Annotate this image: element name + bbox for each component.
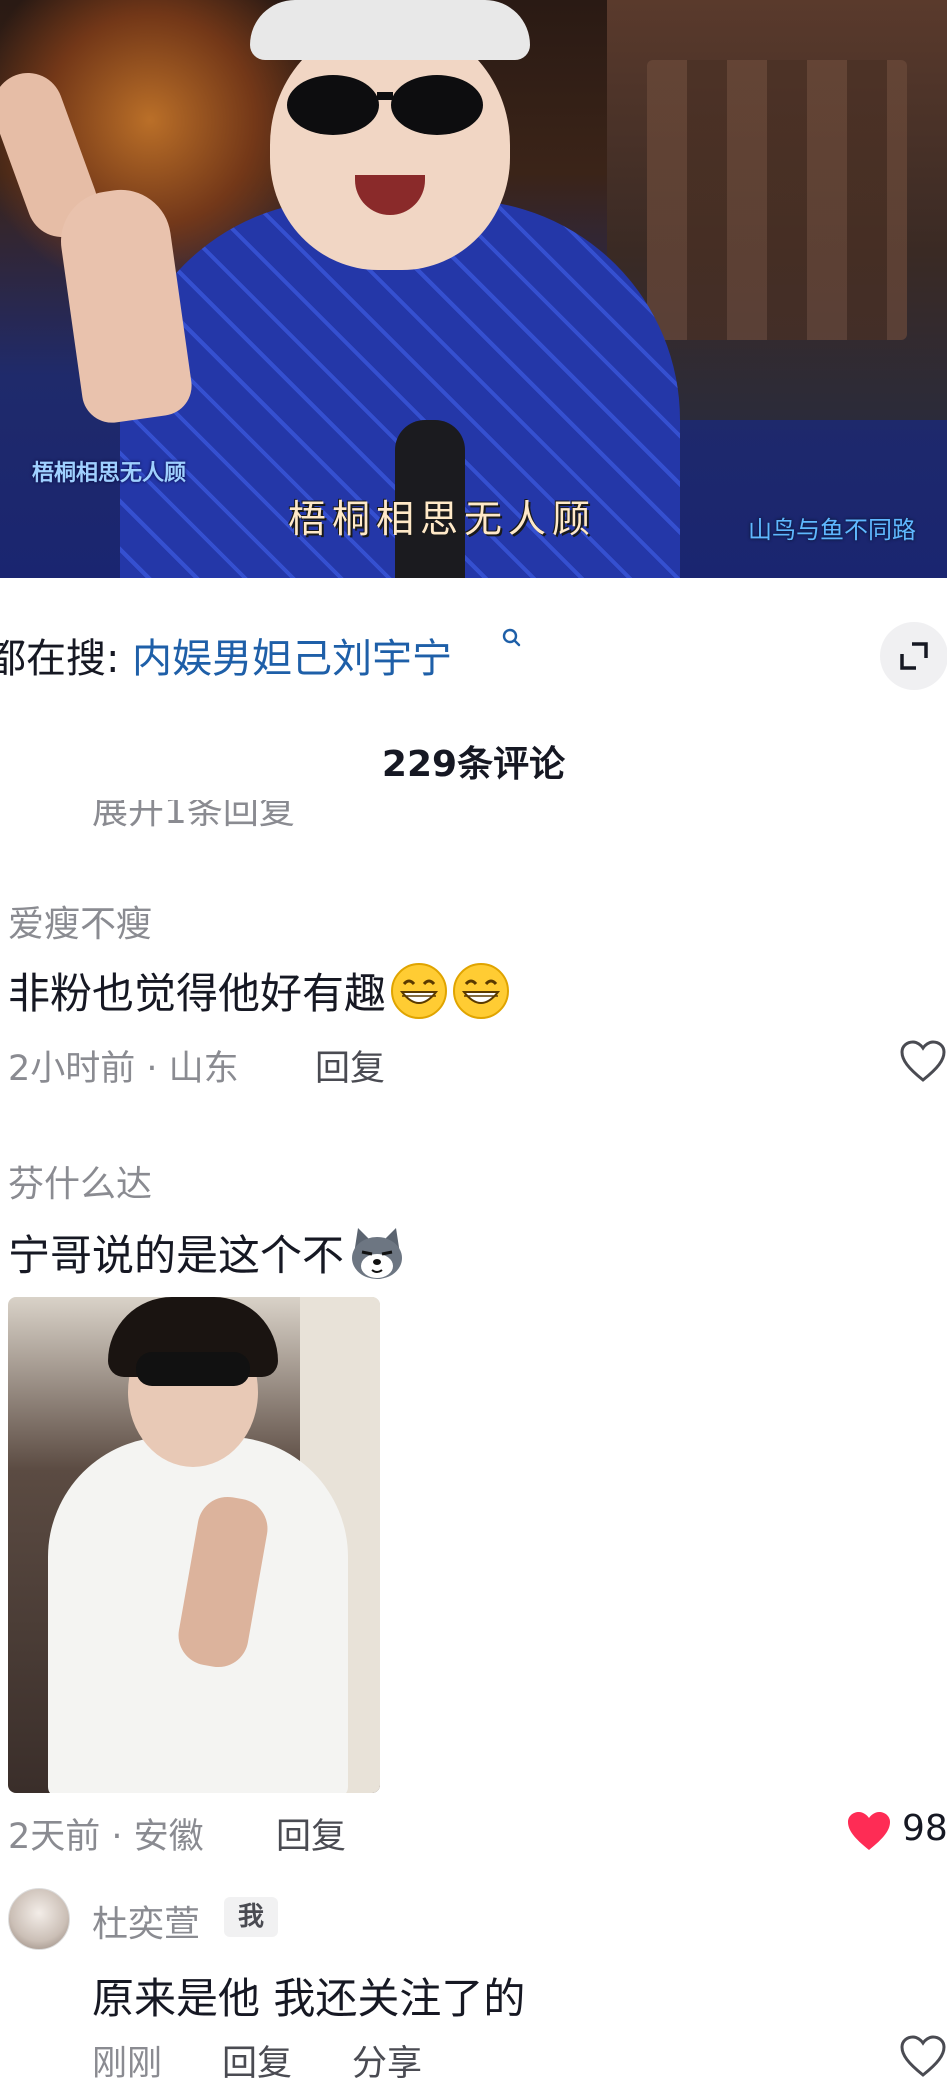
like-count: 98 bbox=[902, 1808, 947, 1849]
trending-search-link[interactable]: 内娱男妲己刘宇宁 bbox=[132, 626, 452, 684]
like-heart-filled-icon[interactable] bbox=[846, 1810, 892, 1854]
expand-replies-label: 展开1条回复 bbox=[92, 800, 295, 832]
video-player[interactable]: 梧桐相思无人顾 梧桐相思无人顾 山鸟与鱼不同路 bbox=[0, 0, 947, 578]
reply-button[interactable]: 回复 bbox=[315, 1040, 385, 1091]
trending-search-prefix: 都在搜: bbox=[0, 636, 120, 682]
comment-username[interactable]: 爱瘦不瘦 bbox=[8, 895, 152, 947]
avatar[interactable] bbox=[8, 1888, 70, 1950]
comment-time-location: 2小时前 · 山东 bbox=[8, 1049, 239, 1089]
reply-button[interactable]: 回复 bbox=[222, 2035, 292, 2086]
comment-text-content: 非粉也觉得他好有趣 bbox=[8, 969, 387, 1018]
comment-username[interactable]: 杜奕萱 bbox=[92, 1895, 200, 1947]
expand-replies-link[interactable]: 展开1条回复 bbox=[92, 800, 295, 836]
video-person-cap bbox=[250, 0, 530, 60]
comment-time: 刚刚 bbox=[92, 2044, 163, 2084]
trending-search-row[interactable]: 都在搜: 内娱男妲己刘宇宁 bbox=[0, 620, 947, 690]
comment-text: 原来是他 我还关注了的 bbox=[92, 1974, 526, 2023]
video-watermark-left: 梧桐相思无人顾 bbox=[32, 461, 187, 486]
grin-emoji-icon bbox=[453, 963, 510, 1019]
search-icon[interactable] bbox=[502, 628, 522, 650]
expand-icon bbox=[900, 642, 928, 670]
photo-person-sunglasses bbox=[136, 1352, 250, 1386]
grin-emoji-icon bbox=[391, 963, 448, 1019]
video-subtitle: 梧桐相思无人顾 bbox=[288, 497, 597, 541]
share-button[interactable]: 分享 bbox=[352, 2035, 422, 2086]
comment-text: 非粉也觉得他好有趣 bbox=[8, 960, 510, 1021]
comment-time-location: 2天前 · 安徽 bbox=[8, 1817, 204, 1857]
comment-username[interactable]: 芬什么达 bbox=[8, 1155, 152, 1207]
like-heart-icon[interactable] bbox=[900, 1040, 946, 1084]
comment-image[interactable] bbox=[8, 1297, 380, 1793]
like-heart-icon[interactable] bbox=[900, 2035, 946, 2079]
comment-text-content: 宁哥说的是这个不 bbox=[8, 1231, 345, 1280]
sunglasses-graphic bbox=[287, 75, 483, 135]
video-shelf bbox=[647, 60, 907, 340]
me-badge: 我 bbox=[224, 1897, 278, 1937]
husky-emoji-icon bbox=[352, 1228, 403, 1279]
expand-button[interactable] bbox=[880, 622, 947, 690]
reply-button[interactable]: 回复 bbox=[276, 1808, 346, 1859]
video-watermark-right: 山鸟与鱼不同路 bbox=[748, 516, 916, 544]
comment-count-title: 229条评论 bbox=[381, 744, 566, 785]
comment-text: 宁哥说的是这个不 bbox=[8, 1222, 406, 1283]
